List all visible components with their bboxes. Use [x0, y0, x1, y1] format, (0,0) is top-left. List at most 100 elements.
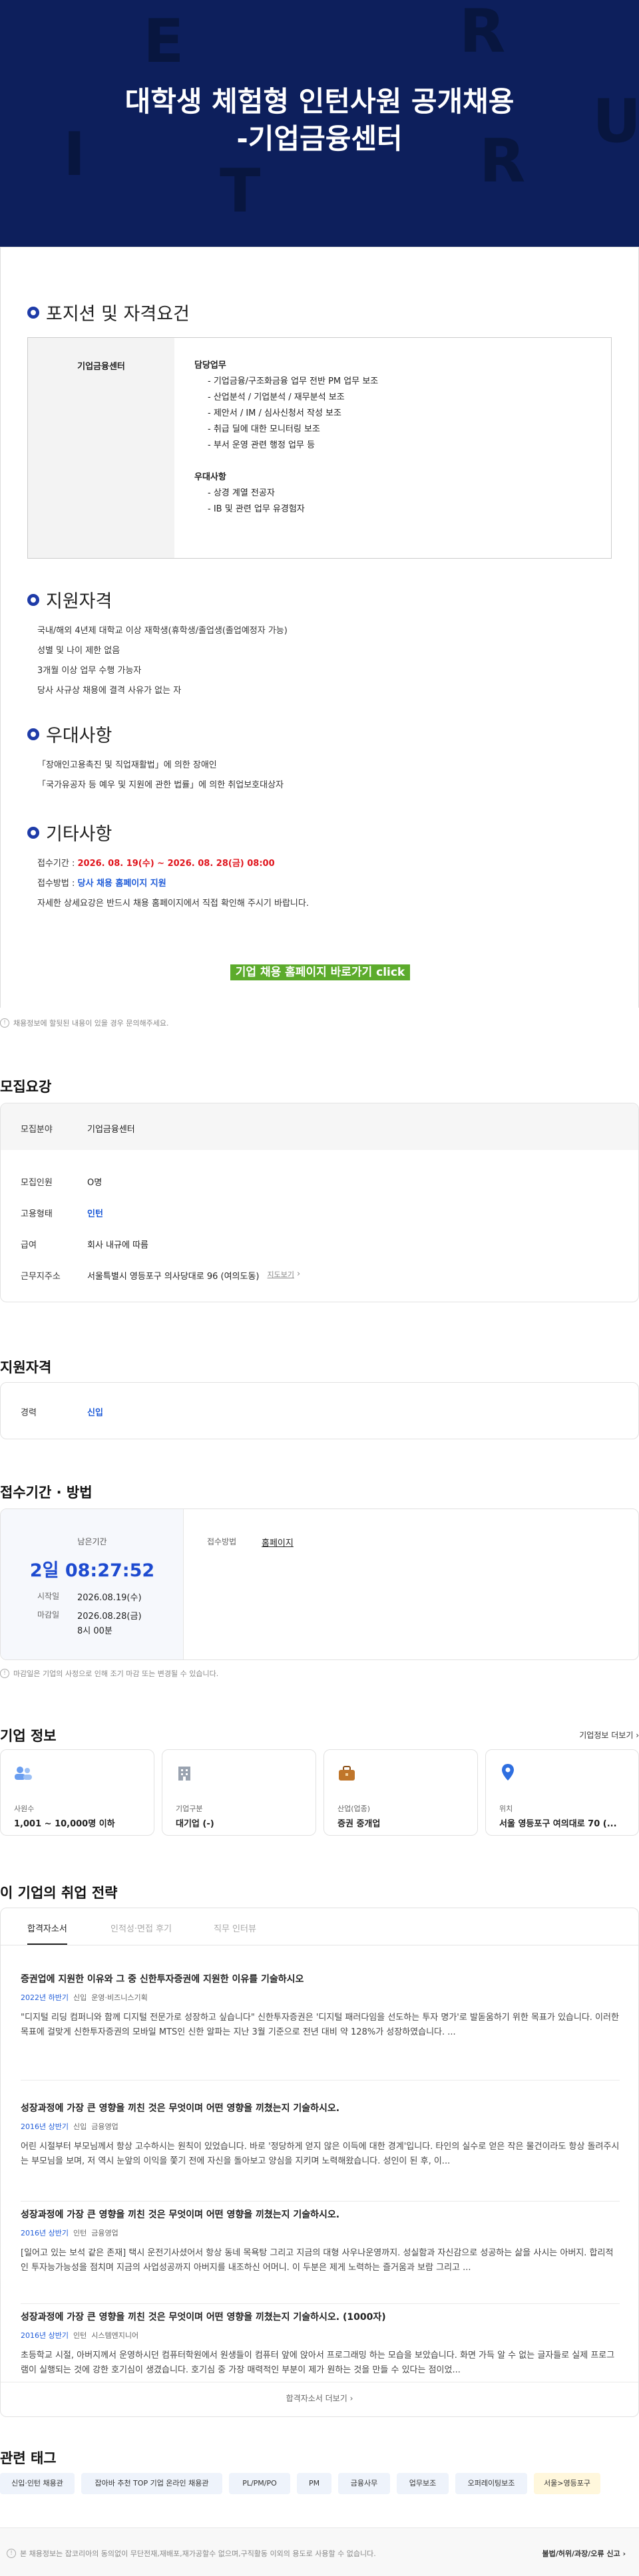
list-item: 3개월 이상 업무 수행 가능자: [37, 666, 142, 676]
strategy-item[interactable]: 성장과정에 가장 큰 영향을 끼친 것은 무엇이며 어떤 영향을 끼쳤는지 기술…: [21, 2310, 620, 2378]
strategy-tabs: 합격자소서 인적성·면접 후기 직무 인터뷰: [1, 1908, 638, 1945]
company-card-employees: 사원수 1,001 ~ 10,000명 이하: [0, 1749, 154, 1836]
dept-cell: 기업금융센터: [28, 338, 174, 558]
duty-title: 담당업무: [194, 360, 226, 370]
pref-heading: 우대사항: [27, 721, 112, 747]
row-label: 급여: [21, 1240, 37, 1250]
map-link[interactable]: 지도보기: [268, 1269, 294, 1282]
item-term: 2016년 상반기: [21, 2229, 69, 2237]
chevron-right-icon: ›: [296, 1269, 301, 1279]
strategy-more-link[interactable]: 합격자소서 더보기 ›: [1, 2392, 638, 2404]
qualification-heading: 지원자격: [0, 1360, 52, 1375]
start-label: 시작일: [37, 1592, 60, 1601]
report-link[interactable]: 불법/허위/과장/오류 신고 ›: [542, 2548, 626, 2559]
tag-chip[interactable]: PL/PM/PO: [229, 2473, 290, 2494]
bullet-circle-icon: [27, 826, 39, 839]
tags-heading: 관련 태그: [0, 2450, 57, 2466]
tab-interview[interactable]: 인적성·면접 후기: [110, 1922, 172, 1934]
more-text: 합격자소서 더보기: [286, 2394, 347, 2403]
position-heading: 포지션 및 자격요건: [27, 299, 190, 325]
tag-chip[interactable]: 신입·인턴 채용관: [0, 2473, 75, 2494]
period-label: 접수기간 :: [37, 859, 78, 869]
info-icon: !: [0, 1018, 9, 1028]
row-value: O명: [87, 1178, 103, 1188]
item-job: 시스템엔지니어: [91, 2331, 139, 2340]
bg-letter: E: [143, 7, 184, 76]
qual-list: 국내/해외 4년제 대학교 이상 재학생(휴학생/졸업생(졸업예정자 가능) 성…: [37, 621, 288, 701]
more-text: 기업정보 더보기: [579, 1731, 634, 1740]
heading-text: 기타사항: [46, 824, 112, 845]
strategy-item[interactable]: 성장과정에 가장 큰 영향을 끼친 것은 무엇이며 어떤 영향을 끼쳤는지 기술…: [21, 2101, 620, 2169]
apply-heading: 접수기간 · 방법: [0, 1485, 93, 1501]
strategy-item[interactable]: 증권업에 지원한 이유와 그 중 신한투자증권에 지원한 이유를 기술하시오 2…: [21, 1972, 620, 2040]
notice-text: 채용정보에 할뒷된 내용이 있을 경우 문의해주세요.: [13, 1019, 169, 1028]
summary-row: 고용형태 인턴: [21, 1207, 103, 1219]
chevron-right-icon: ›: [347, 2394, 353, 2403]
item-answer: [일어고 있는 보석 같은 존재] 택시 운전기사셨어서 항상 동네 목욕탕 그…: [21, 2248, 614, 2273]
row-value: 서울특별시 영등포구 의사당대로 96 (여의도동): [87, 1272, 260, 1282]
strategy-item[interactable]: 성장과정에 가장 큰 영향을 끼친 것은 무엇이며 어떤 영향을 끼쳤는지 기술…: [21, 2208, 620, 2275]
item-answer: 초등학교 시절, 아버지께서 운영하시던 컴퓨터학원에서 원생들이 컴퓨터 앞에…: [21, 2351, 615, 2375]
bg-letter: T: [220, 156, 261, 226]
strategy-heading: 이 기업의 취업 전략: [0, 1885, 118, 1901]
field-value: 기업금융센터: [87, 1125, 135, 1135]
chevron-right-icon: ›: [633, 1731, 639, 1740]
company-card-location: 위치 서울 영등포구 여의대로 70 (...: [485, 1749, 639, 1836]
duty-item: 기업금융/구조화금융 업무 전반 PM 업무 보조: [208, 374, 378, 390]
tag-chip[interactable]: 서울>영등포구: [534, 2473, 600, 2494]
row-value: 회사 내규에 따름: [87, 1240, 148, 1250]
company-heading: 기업 정보: [0, 1728, 57, 1744]
end-label: 마감일: [37, 1610, 60, 1620]
item-type: 신입: [73, 2122, 87, 2131]
summary-row: 급여 회사 내규에 따름: [21, 1238, 148, 1250]
apply-card: 남은기간 2일 08:27:52 시작일 2026.08.19(수) 마감일 2…: [0, 1508, 639, 1660]
duty-item: 부서 운영 관련 행정 업무 등: [208, 438, 378, 454]
tab-resume[interactable]: 합격자소서: [27, 1922, 67, 1945]
homepage-link-button[interactable]: 기업 채용 홈페이지 바로가기 click: [230, 964, 410, 980]
item-answer: 어린 시절부터 부모님께서 항상 고수하시는 원칙이 있었습니다. 바로 '정당…: [21, 2142, 620, 2166]
bg-letter: R: [459, 0, 506, 67]
briefcase-icon: [337, 1765, 356, 1782]
method-label: 접수방법 :: [37, 879, 78, 889]
row-value: 신입: [87, 1408, 103, 1418]
strategy-card: 합격자소서 인적성·면접 후기 직무 인터뷰 증권업에 지원한 이유와 그 중 …: [0, 1908, 639, 2417]
tag-chip[interactable]: 오퍼레이팅보조: [455, 2473, 527, 2494]
pref-title: 우대사항: [194, 472, 226, 482]
method-line: 접수방법 : 당사 채용 홈페이지 지원: [37, 874, 309, 894]
item-question: 성장과정에 가장 큰 영향을 끼친 것은 무엇이며 어떤 영향을 끼쳤는지 기술…: [21, 2210, 340, 2220]
summary-heading: 모집요강: [0, 1079, 52, 1095]
card-value: 증권 중개업: [337, 1819, 381, 1829]
company-more-link[interactable]: 기업정보 더보기 ›: [579, 1729, 639, 1741]
item-term: 2022년 하반기: [21, 1993, 69, 2002]
field-row: 모집분야 기업금융센터: [21, 1122, 135, 1135]
period-value: 2026. 08. 19(수) ~ 2026. 08. 28(금) 08:00: [77, 859, 275, 869]
tag-chip[interactable]: 잡아바 추천 TOP 기업 온라인 채용관: [81, 2473, 222, 2494]
summary-row: 모집인원 O명: [21, 1175, 102, 1188]
tag-chip[interactable]: 금융사무: [338, 2473, 390, 2494]
company-card-type: 기업구분 대기업 (-): [162, 1749, 316, 1836]
item-type: 신입: [73, 1993, 87, 2002]
chevron-right-icon: ›: [620, 2549, 626, 2558]
tab-job-interview[interactable]: 직무 인터뷰: [214, 1922, 256, 1934]
list-item: 「장애인고용촉진 및 직업재활법」에 의한 장애인: [37, 760, 217, 770]
tag-chip[interactable]: PM: [297, 2473, 331, 2494]
row-label: 경력: [21, 1408, 37, 1418]
duties-cell: 담당업무 기업금융/구조화금융 업무 전반 PM 업무 보조 산업분석 / 기업…: [194, 358, 378, 517]
heading-text: 우대사항: [46, 726, 112, 746]
card-value: 대기업 (-): [176, 1819, 214, 1829]
notice-info: ! 채용정보에 할뒷된 내용이 있을 경우 문의해주세요.: [0, 1018, 169, 1028]
position-table: 기업금융센터 담당업무 기업금융/구조화금융 업무 전반 PM 업무 보조 산업…: [27, 337, 612, 559]
card-label: 기업구분: [176, 1804, 203, 1813]
qual-heading: 지원자격: [27, 587, 112, 613]
tag-chip[interactable]: 업무보조: [397, 2473, 449, 2494]
pin-icon: [501, 1763, 515, 1782]
item-question: 성장과정에 가장 큰 영향을 끼친 것은 무엇이며 어떤 영향을 끼쳤는지 기술…: [21, 2312, 386, 2323]
detail-line: 자세한 상세요강은 반드시 채용 홈페이지에서 직접 확인해 주시기 바랍니다.: [37, 899, 309, 909]
heading-text: 지원자격: [46, 591, 112, 612]
method-value: 당사 채용 홈페이지 지원: [77, 879, 166, 889]
row-label: 고용형태: [21, 1209, 53, 1219]
heading-text: 포지션 및 자격요건: [46, 304, 190, 325]
homepage-apply-link[interactable]: 홈페이지: [262, 1536, 294, 1548]
people-icon: [14, 1766, 33, 1781]
info-icon: !: [7, 2549, 16, 2558]
